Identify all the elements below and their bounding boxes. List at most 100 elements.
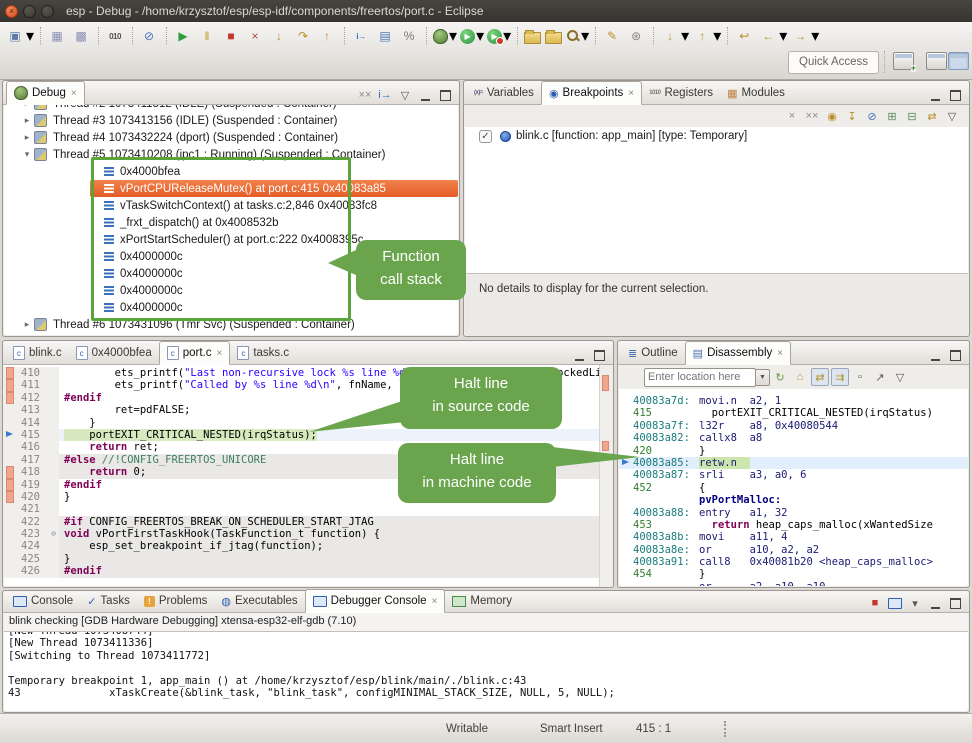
minimize-button-icon[interactable]: [23, 5, 36, 18]
fold-bar[interactable]: [48, 553, 59, 565]
line-number[interactable]: 414: [17, 417, 48, 429]
annotation-ruler[interactable]: [4, 491, 17, 503]
back-icon[interactable]: ←▾: [757, 26, 787, 46]
maximize-icon[interactable]: [590, 346, 608, 364]
debug-perspective-icon[interactable]: [948, 52, 969, 70]
tab-outline[interactable]: ≣Outline: [621, 342, 685, 364]
line-number[interactable]: 423: [17, 528, 48, 540]
fold-bar[interactable]: [48, 540, 59, 552]
fold-bar[interactable]: [48, 367, 59, 379]
minimize-icon[interactable]: [570, 346, 588, 364]
home-icon[interactable]: ⌂: [791, 368, 809, 386]
remove-icon[interactable]: ×: [783, 107, 801, 125]
dropdown-icon[interactable]: ▾: [26, 26, 34, 46]
breakpoint-row[interactable]: ✓blink.c [function: app_main] [type: Tem…: [465, 127, 968, 145]
line-number[interactable]: 417: [17, 454, 48, 466]
annotation-ruler[interactable]: [4, 379, 17, 391]
line-number[interactable]: 416: [17, 441, 48, 453]
tab-debug[interactable]: Debug×: [6, 81, 85, 105]
maximize-icon[interactable]: [946, 594, 964, 612]
step-into-icon[interactable]: ↓: [268, 26, 290, 46]
line-number[interactable]: 413: [17, 404, 48, 416]
resume-icon[interactable]: ▶: [172, 26, 194, 46]
link-with-debug-icon[interactable]: ⇄: [923, 107, 941, 125]
open-perspective-icon[interactable]: +: [893, 52, 914, 70]
new-disassembly-icon[interactable]: ▫: [851, 368, 869, 386]
open-resource-icon[interactable]: [544, 29, 563, 44]
line-number[interactable]: 411: [17, 379, 48, 391]
external-tools-icon[interactable]: ⊛: [625, 26, 647, 46]
dropdown-icon[interactable]: ▾: [476, 26, 484, 46]
line-number[interactable]: 415: [17, 429, 48, 441]
open-type-icon[interactable]: [523, 29, 542, 44]
mark-occurrences-icon[interactable]: ✎: [601, 26, 623, 46]
tab-blink-c[interactable]: cblink.c: [6, 342, 69, 364]
annotation-ruler[interactable]: [4, 429, 17, 441]
annotation-ruler[interactable]: [4, 404, 17, 416]
fold-bar[interactable]: [48, 479, 59, 491]
annotation-ruler[interactable]: [4, 565, 17, 577]
thread-row[interactable]: ▾Thread #5 1073410208 (ipc1 : Running) (…: [4, 146, 458, 163]
line-number[interactable]: 425: [17, 553, 48, 565]
view-menu-icon[interactable]: ▽: [396, 86, 414, 104]
save-all-icon[interactable]: ▩: [70, 26, 92, 46]
tab-problems[interactable]: !Problems: [137, 590, 215, 612]
fold-bar[interactable]: [48, 441, 59, 453]
location-input[interactable]: [644, 368, 756, 387]
annotation-ruler[interactable]: [4, 441, 17, 453]
overview-annotation-mark[interactable]: [602, 375, 609, 391]
minimize-icon[interactable]: [416, 86, 434, 104]
dropdown-icon[interactable]: ▾: [713, 26, 721, 46]
minimize-icon[interactable]: [926, 594, 944, 612]
expander-icon[interactable]: ▸: [22, 105, 32, 109]
dropdown-icon[interactable]: ▾: [581, 26, 589, 46]
disconnect-icon[interactable]: ×: [244, 26, 266, 46]
maximize-button-icon[interactable]: [41, 5, 54, 18]
forward-icon[interactable]: →▾: [789, 26, 819, 46]
tab-tasks-c[interactable]: ctasks.c: [230, 342, 296, 364]
tab-port-c[interactable]: cport.c×: [159, 341, 231, 365]
new-icon[interactable]: ▣▾: [4, 26, 34, 46]
maximize-icon[interactable]: [946, 346, 964, 364]
tab-memory[interactable]: Memory: [445, 590, 519, 612]
annotation-ruler[interactable]: [4, 466, 17, 478]
tab-modules[interactable]: ▦Modules: [720, 82, 792, 104]
fold-bar[interactable]: [48, 454, 59, 466]
tab-breakpoints[interactable]: ◉Breakpoints×: [541, 81, 642, 105]
thread-row[interactable]: ▸Thread #6 1073431096 (Tmr Svc) (Suspend…: [4, 316, 458, 333]
thread-row[interactable]: ▸Thread #3 1073413156 (IDLE) (Suspended …: [4, 112, 458, 129]
thread-row[interactable]: ▸Thread #2 1073411312 (IDLE) (Suspended …: [4, 105, 458, 112]
console-menu-icon[interactable]: ▾: [906, 594, 924, 612]
location-dropdown-icon[interactable]: ▼: [756, 369, 770, 386]
tab-close-icon[interactable]: ×: [217, 348, 223, 359]
fold-bar[interactable]: [48, 379, 59, 391]
dropdown-icon[interactable]: ▾: [779, 26, 787, 46]
stack-frame-row[interactable]: 0x4000bfea: [4, 163, 458, 180]
tab-debugger-console[interactable]: Debugger Console×: [305, 589, 446, 613]
search-icon[interactable]: ▾: [565, 26, 589, 46]
thread-row[interactable]: ▸Thread #4 1073432224 (dport) (Suspended…: [4, 129, 458, 146]
fold-bar[interactable]: [48, 516, 59, 528]
console-output[interactable]: [New Thread 1073408744][New Thread 10734…: [4, 631, 968, 711]
annotation-ruler[interactable]: [4, 516, 17, 528]
tab-variables[interactable]: (x)=Variables: [467, 82, 541, 104]
line-number[interactable]: 418: [17, 466, 48, 478]
tab-tasks[interactable]: ✓Tasks: [80, 590, 137, 612]
line-number[interactable]: 424: [17, 540, 48, 552]
line-number[interactable]: 422: [17, 516, 48, 528]
instruction-stepping-icon[interactable]: i→: [376, 86, 394, 104]
refresh-icon[interactable]: ↻: [771, 368, 789, 386]
last-edit-icon[interactable]: ↩: [733, 26, 755, 46]
annotation-ruler[interactable]: [4, 392, 17, 404]
fold-bar[interactable]: [48, 466, 59, 478]
annotation-ruler[interactable]: [4, 479, 17, 491]
pin-console-icon[interactable]: ▤: [374, 26, 396, 46]
annotation-ruler[interactable]: [4, 367, 17, 379]
terminate-icon[interactable]: ■: [220, 26, 242, 46]
stack-frame-row[interactable]: 0x4000000c: [4, 299, 458, 316]
tab-registers[interactable]: 1010Registers: [642, 82, 720, 104]
expander-icon[interactable]: ▸: [22, 319, 32, 330]
open-new-view-icon[interactable]: ↗: [871, 368, 889, 386]
fold-bar[interactable]: [48, 503, 59, 515]
fold-bar[interactable]: [48, 565, 59, 577]
